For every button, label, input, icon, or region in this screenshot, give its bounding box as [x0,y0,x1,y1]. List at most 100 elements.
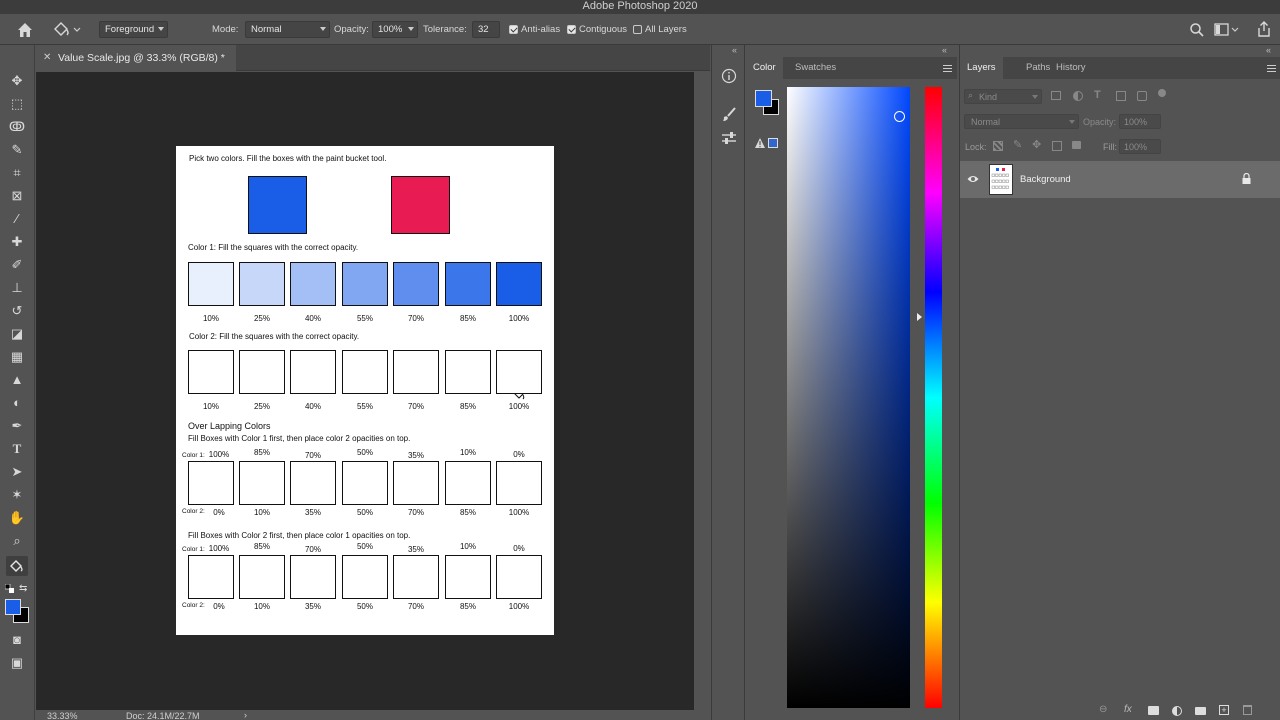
tab-swatches[interactable]: Swatches [788,57,843,79]
foreground-color-swatch[interactable] [5,599,21,615]
shape-tool-icon[interactable]: ✶ [6,485,28,505]
home-icon[interactable] [16,21,34,39]
marquee-tool-icon[interactable]: ⬚ [6,94,28,114]
info-icon[interactable] [721,68,737,84]
frame-tool-icon[interactable]: ⊠ [6,186,28,206]
type-tool-icon[interactable]: T [6,439,28,459]
paint-bucket-tool-icon[interactable] [6,556,28,576]
paint-bucket-preset-icon[interactable] [52,21,82,39]
opacity-square-color2[interactable] [393,350,439,394]
all-layers-checkbox[interactable] [633,25,642,34]
hue-slider-pointer-icon[interactable] [917,313,922,321]
overlap-square[interactable] [496,555,542,599]
overlap-square[interactable] [445,555,491,599]
path-selection-tool-icon[interactable]: ➤ [6,462,28,482]
mode-select[interactable]: Normal [245,21,330,38]
zoom-tool-icon[interactable]: ⌕ [6,531,28,551]
blur-tool-icon[interactable]: ▲ [6,370,28,390]
zoom-level[interactable]: 33.33% [47,711,78,720]
opacity-square-color2[interactable] [188,350,234,394]
close-tab-icon[interactable]: ✕ [43,45,51,71]
opacity-input[interactable]: 100% [372,21,418,38]
eyedropper-tool-icon[interactable]: ⁄ [6,209,28,229]
layer-style-icon[interactable]: fx [1124,704,1132,715]
filter-adjustment-icon[interactable] [1073,91,1083,101]
fill-input[interactable]: 100% [1119,139,1161,154]
overlap-square[interactable] [393,555,439,599]
status-menu-icon[interactable]: › [244,710,247,720]
tab-color[interactable]: Color [746,57,783,79]
filter-shape-icon[interactable] [1116,91,1126,101]
overlap-square[interactable] [188,555,234,599]
lock-artboard-icon[interactable] [1052,141,1062,151]
healing-brush-tool-icon[interactable]: ✚ [6,232,28,252]
new-layer-icon[interactable]: + [1219,705,1229,715]
collapse-arrows-icon[interactable]: « [1266,45,1271,55]
lock-position-icon[interactable]: ✥ [1032,138,1041,151]
new-group-icon[interactable] [1195,707,1206,715]
opacity-square-color1[interactable] [290,262,336,306]
pen-tool-icon[interactable]: ✒ [6,416,28,436]
opacity-square-color1[interactable] [342,262,388,306]
lasso-tool-icon[interactable]: ↂ [6,117,28,137]
eraser-tool-icon[interactable]: ◪ [6,324,28,344]
filter-toggle-icon[interactable] [1158,89,1166,97]
lock-transparent-icon[interactable] [993,141,1003,151]
overlap-square[interactable] [188,461,234,505]
swap-colors-icon[interactable]: ⇆ [19,583,27,594]
opacity-square-color2[interactable] [290,350,336,394]
filter-type-icon[interactable]: T [1094,89,1101,101]
clone-stamp-tool-icon[interactable]: ⊥ [6,278,28,298]
overlap-square[interactable] [290,555,336,599]
layer-row-background[interactable]: Background [960,161,1280,198]
opacity-square-color1[interactable] [393,262,439,306]
history-brush-tool-icon[interactable]: ↺ [6,301,28,321]
color-panel-menu-icon[interactable] [943,65,952,66]
layer-visibility-eye-icon[interactable] [967,174,979,184]
filter-smart-object-icon[interactable] [1137,91,1147,101]
opacity-square-color2[interactable] [342,350,388,394]
quick-mask-icon[interactable]: ◙ [6,630,28,650]
layer-opacity-input[interactable]: 100% [1119,114,1161,129]
brush-tool-icon[interactable]: ✐ [6,255,28,275]
antialias-checkbox[interactable] [509,25,518,34]
lock-pixels-icon[interactable]: ✎ [1013,138,1022,151]
tolerance-input[interactable]: 32 [472,21,500,38]
opacity-square-color1[interactable] [445,262,491,306]
document-canvas[interactable]: Pick two colors. Fill the boxes with the… [176,146,554,635]
overlap-square[interactable] [393,461,439,505]
lock-all-icon[interactable] [1072,141,1081,149]
overlap-square[interactable] [290,461,336,505]
overlap-square[interactable] [239,461,285,505]
overlap-square[interactable] [445,461,491,505]
color-picker-circle[interactable] [894,111,905,122]
overlap-square[interactable] [239,555,285,599]
workspace-icon[interactable] [1214,22,1240,38]
hand-tool-icon[interactable]: ✋ [6,508,28,528]
tab-layers[interactable]: Layers [960,57,1003,79]
overlap-square[interactable] [342,461,388,505]
opacity-square-color1[interactable] [239,262,285,306]
screen-mode-icon[interactable]: ▣ [6,653,28,673]
hue-slider[interactable] [925,87,942,708]
dodge-tool-icon[interactable]: ◐ [6,393,28,413]
brush-settings-icon[interactable] [721,106,737,122]
collapse-arrows-icon[interactable]: « [942,45,947,55]
share-icon[interactable] [1256,21,1272,37]
opacity-square-color1[interactable] [188,262,234,306]
move-tool-icon[interactable]: ✥ [6,71,28,91]
default-colors-icon[interactable] [4,583,14,593]
search-icon[interactable] [1189,22,1205,38]
quick-selection-tool-icon[interactable]: ✎ [6,140,28,160]
gradient-tool-icon[interactable]: ▦ [6,347,28,367]
adjustments-icon[interactable] [721,130,737,146]
layer-filter-select[interactable]: ⌕ Kind [964,89,1042,104]
add-mask-icon[interactable] [1148,706,1159,715]
opacity-square-color2[interactable] [496,350,542,394]
collapse-arrows-icon[interactable]: « [732,45,737,55]
opacity-square-color1[interactable] [496,262,542,306]
overlap-square[interactable] [496,461,542,505]
panel-foreground-color-swatch[interactable] [755,90,772,107]
layers-panel-menu-icon[interactable] [1267,65,1276,66]
saturation-brightness-field[interactable] [787,87,910,708]
